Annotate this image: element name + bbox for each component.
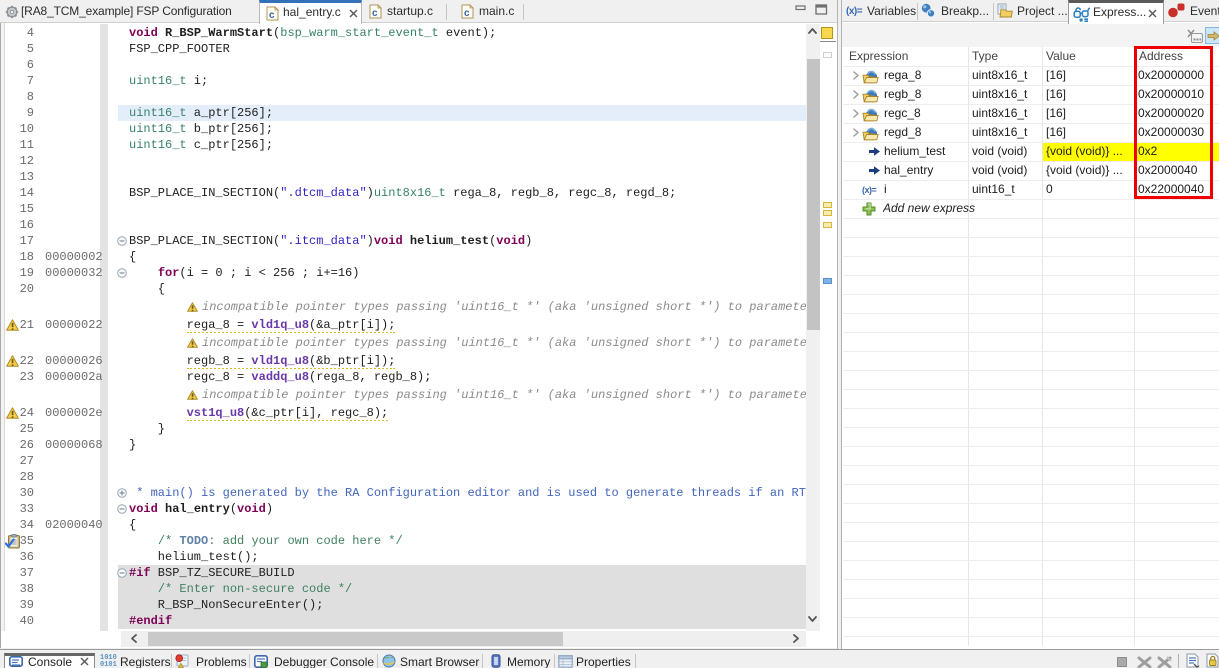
svg-text:c: c [269,10,275,21]
svg-text:c: c [372,8,378,19]
svg-text:c: c [464,8,470,19]
